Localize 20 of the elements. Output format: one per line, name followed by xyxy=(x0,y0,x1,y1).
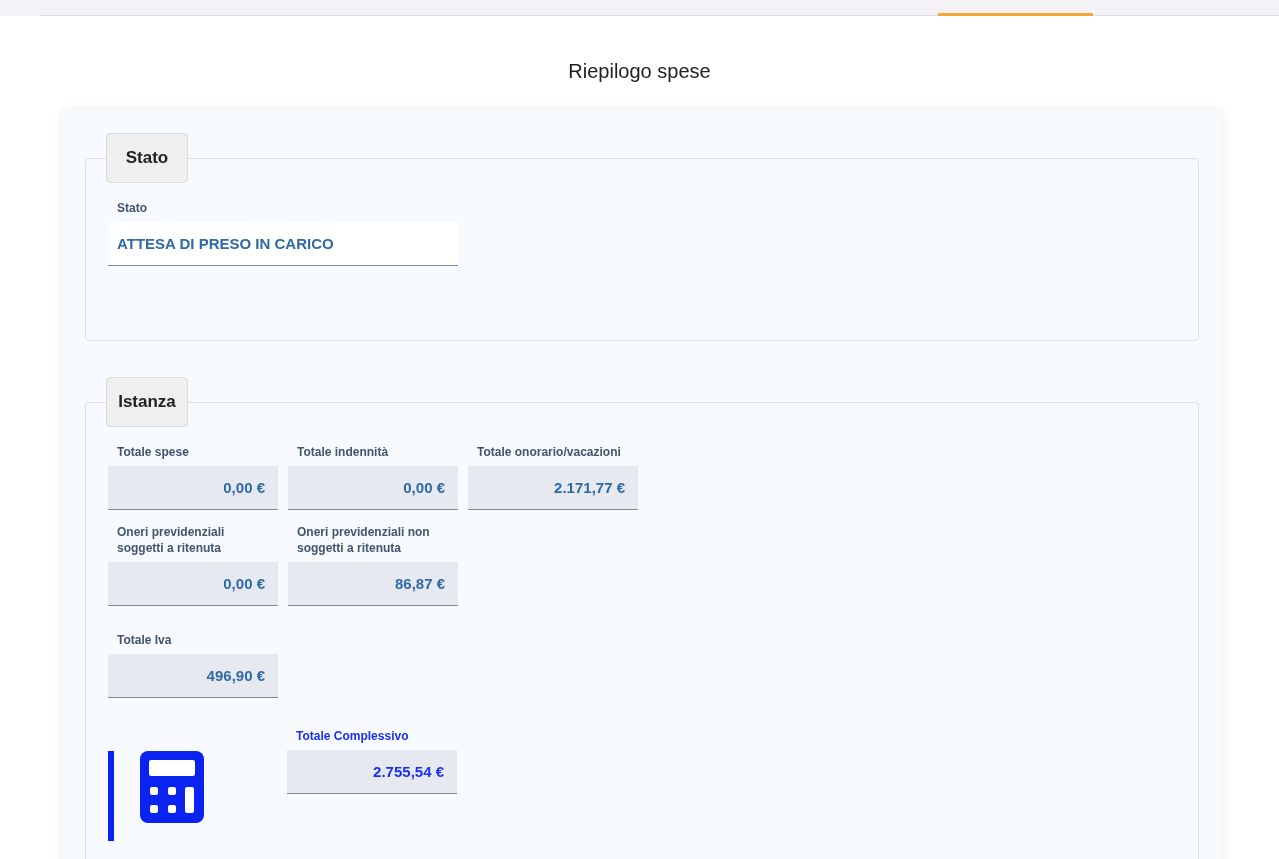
status-field: ATTESA DI PRESO IN CARICO xyxy=(108,222,458,266)
section-legend: Istanza xyxy=(106,377,188,427)
field-label: Totale spese xyxy=(116,444,190,461)
amount-field: 0,00 € xyxy=(108,466,278,510)
field-label: Oneri previdenziali soggetti a ritenuta xyxy=(116,524,226,557)
amount-field: 0,00 € xyxy=(288,466,458,510)
section-legend: Stato xyxy=(106,133,188,183)
field-label: Totale Complessivo xyxy=(295,728,410,745)
total-field: 2.755,54 € xyxy=(287,750,457,794)
amount-field: 2.171,77 € xyxy=(468,466,638,510)
amount-field: 0,00 € xyxy=(108,562,278,606)
field-label: Totale Iva xyxy=(116,632,173,649)
amount-field: 86,87 € xyxy=(288,562,458,606)
field-label: Totale indennità xyxy=(296,444,390,461)
field-label: Totale onorario/vacazioni xyxy=(476,444,622,461)
calculator-icon xyxy=(140,751,204,823)
field-label: Oneri previdenziali non soggetti a ritenuta xyxy=(296,524,431,557)
page-title: Riepilogo spese xyxy=(567,60,712,84)
field-label: Stato xyxy=(116,200,148,217)
amount-field: 496,90 € xyxy=(108,654,278,698)
